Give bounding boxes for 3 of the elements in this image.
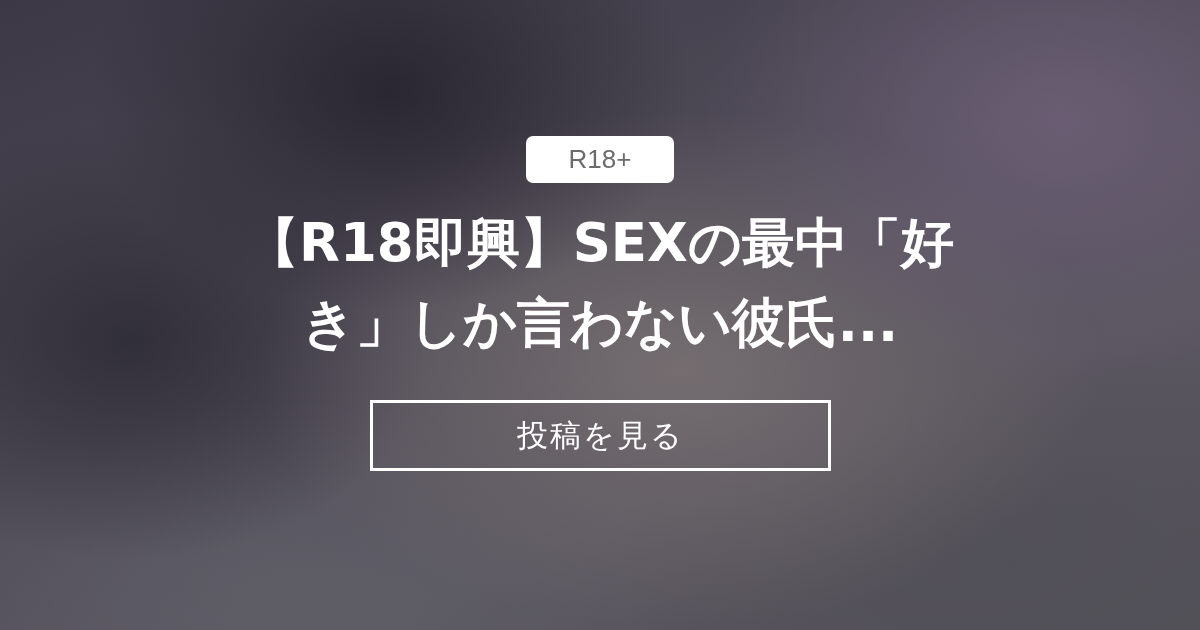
post-title: 【R18即興】SEXの最中「好き」しか言わない彼氏... (245, 211, 955, 355)
view-post-button[interactable]: 投稿を見る (369, 400, 831, 471)
rating-badge: R18+ (526, 136, 674, 183)
